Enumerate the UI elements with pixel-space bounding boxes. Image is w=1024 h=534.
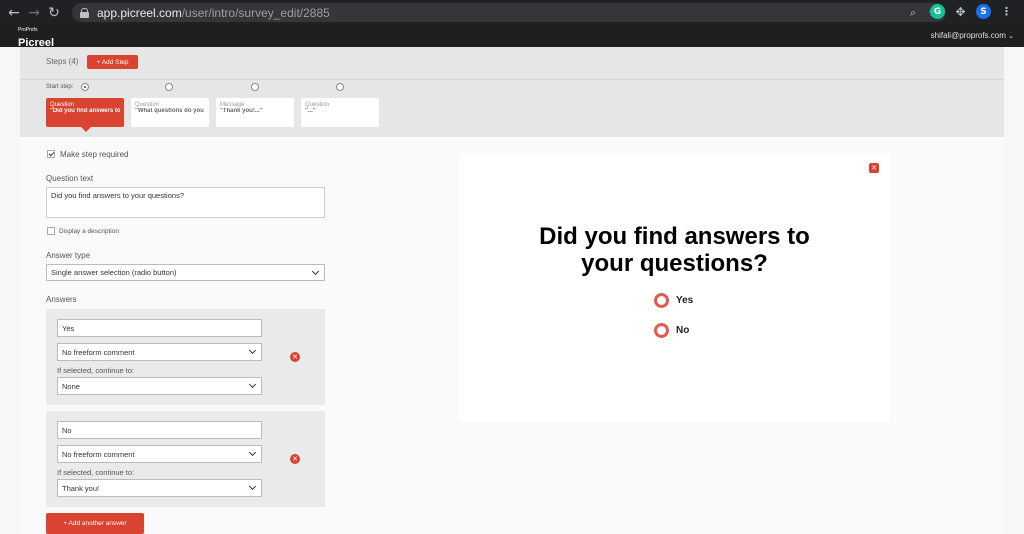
forward-icon[interactable]: → [24,3,44,23]
zoom-icon[interactable]: ⌕ [910,6,916,20]
preview-question: Did you find answers to your questions? [459,223,890,277]
browser-menu-icon[interactable]: ⋮ [999,4,1014,19]
browser-toolbar: ← → ↻ app.picreel.com /user/intro/survey… [0,0,1024,25]
radio-button[interactable] [654,323,669,338]
answer-type-value: Single answer selection (radio button) [51,268,177,277]
step-title: "..." [305,108,316,114]
chevron-down-icon [248,482,257,491]
step-title: "Thank you!..." [220,108,263,114]
add-step-button[interactable]: + Add Step [87,55,138,69]
continue-to-label: If selected, continue to: [57,366,135,375]
extensions-puzzle-icon[interactable]: ✥ [953,4,968,19]
reload-icon[interactable]: ↻ [44,3,64,23]
freeform-comment-value: No freeform comment [62,449,135,459]
divider [20,79,1004,80]
answer-type-label: Answer type [46,251,91,260]
user-email: shifali@proprofs.com [930,31,1006,40]
required-label: Make step required [60,150,129,159]
preview-option-yes[interactable]: Yes [654,293,693,308]
continue-to-value: Thank you! [62,483,100,493]
step-card-4[interactable]: Question "..." [301,98,379,127]
start-step-radio-4[interactable] [336,83,344,91]
required-checkbox[interactable] [47,150,55,158]
continue-to-select[interactable]: Thank you! [57,479,262,497]
profile-avatar[interactable]: S [976,4,991,19]
question-text-label: Question text [46,174,94,183]
chevron-down-icon [311,267,320,275]
step-title: "What questions do you [135,108,204,114]
display-description-checkbox[interactable] [47,227,55,235]
logo-brand-small: ProProfs [18,27,38,33]
survey-editor: Steps (4) + Add Step Start step: Questio… [20,47,1004,534]
step-card-1[interactable]: Question "Did you find answers to [46,98,124,127]
answer-item-2: No No freeform comment If selected, cont… [46,411,325,507]
answer-item-1: Yes No freeform comment If selected, con… [46,309,325,405]
add-another-answer-button[interactable]: + Add another answer [46,513,144,534]
answer-type-select[interactable]: Single answer selection (radio button) [46,264,325,281]
display-description-label: Display a description [59,228,119,235]
option-label: No [676,325,690,336]
freeform-comment-select[interactable]: No freeform comment [57,343,262,361]
steps-count: Steps (4) [46,57,79,66]
answer-text-input[interactable]: Yes [57,319,262,337]
preview-question-line-2: your questions? [581,250,768,277]
address-bar[interactable]: app.picreel.com /user/intro/survey_edit/… [72,3,946,22]
steps-bar: Steps (4) + Add Step Start step: Questio… [20,47,1004,137]
close-icon[interactable]: ✕ [869,163,879,173]
continue-to-label: If selected, continue to: [57,468,135,477]
chevron-down-icon [248,448,257,457]
lock-icon [80,7,89,18]
chevron-down-icon [248,346,257,355]
question-text-field[interactable]: Did you find answers to your questions? [46,187,325,218]
url-path: /user/intro/survey_edit/2885 [181,5,330,20]
answer-text-input[interactable]: No [57,421,262,439]
answers-label: Answers [46,295,77,304]
continue-to-value: None [62,381,80,391]
app-header: ProProfs Picreel shifali@proprofs.com ⌄ [0,25,1024,49]
start-step-radio-3[interactable] [251,83,259,91]
start-step-radio-2[interactable] [165,83,173,91]
start-step-radio-1[interactable] [81,83,89,91]
url-host: app.picreel.com [97,5,182,20]
delete-answer-icon[interactable]: ✕ [290,352,300,362]
freeform-comment-value: No freeform comment [62,347,135,357]
preview-option-no[interactable]: No [654,323,689,338]
start-step-label: Start step: [46,84,74,90]
preview-question-line-1: Did you find answers to [539,223,810,250]
step-title: "Did you find answers to [50,108,120,114]
chevron-down-icon [248,380,257,389]
radio-button[interactable] [654,293,669,308]
active-step-pointer [81,127,91,132]
continue-to-select[interactable]: None [57,377,262,395]
step-card-3[interactable]: Message "Thank you!..." [216,98,294,127]
grammarly-extension-icon[interactable]: G [930,4,945,19]
survey-preview: ✕ Did you find answers to your questions… [459,153,890,422]
freeform-comment-select[interactable]: No freeform comment [57,445,262,463]
delete-answer-icon[interactable]: ✕ [290,454,300,464]
back-icon[interactable]: ← [4,3,24,23]
chevron-down-icon: ⌄ [1008,32,1014,40]
step-card-2[interactable]: Question "What questions do you [131,98,209,127]
user-menu[interactable]: shifali@proprofs.com ⌄ [931,31,1014,40]
option-label: Yes [676,295,694,306]
